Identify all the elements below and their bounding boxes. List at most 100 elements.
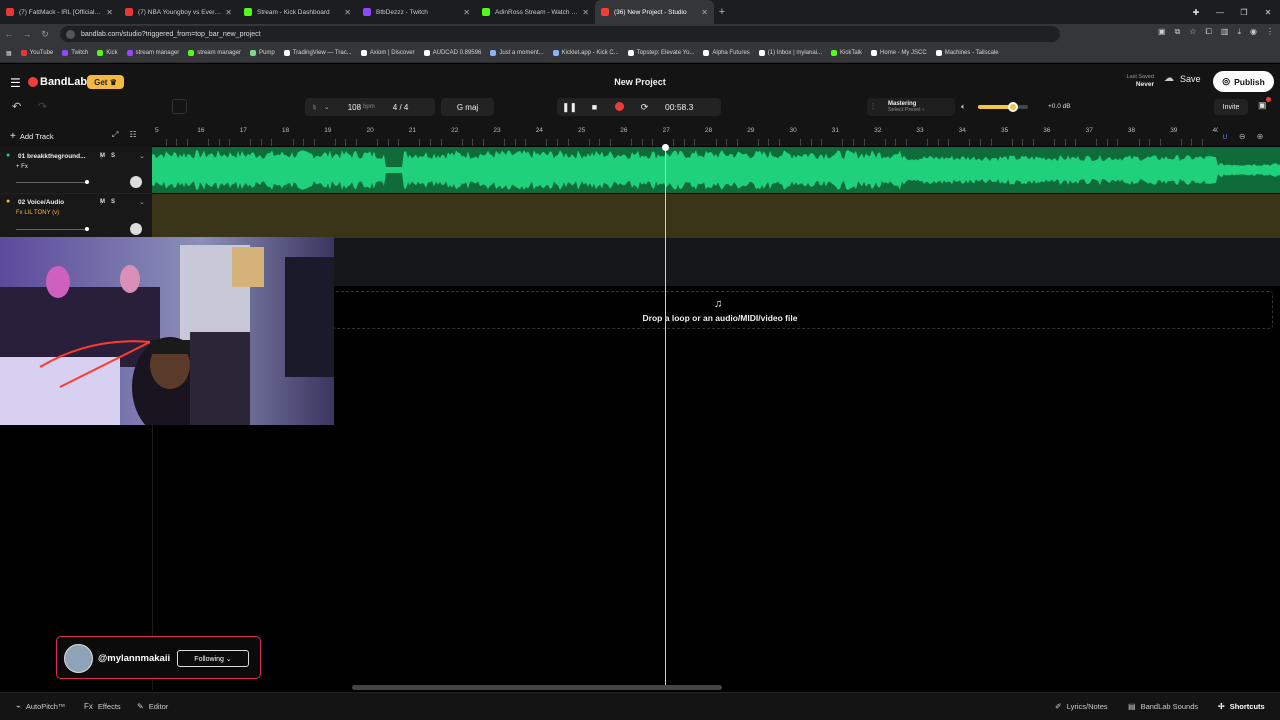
publish-button[interactable]: ◎ Publish (1213, 71, 1274, 92)
bookmark-item[interactable]: (1) Inbox | mylanai... (758, 50, 822, 56)
project-title[interactable]: New Project (560, 77, 720, 87)
tab-close-icon[interactable]: ✕ (344, 8, 351, 17)
playhead[interactable] (662, 144, 669, 690)
magnet-icon[interactable]: ∪ (1222, 132, 1228, 141)
new-tab-button[interactable]: + (714, 0, 730, 24)
save-button[interactable]: ☁ Save (1164, 73, 1201, 84)
tab-close-icon[interactable]: ✕ (106, 8, 113, 17)
playhead-handle[interactable] (662, 144, 669, 151)
bandlab-sounds-button[interactable]: ▤ BandLab Sounds (1128, 702, 1198, 711)
chevron-down-icon[interactable]: ⌄ (139, 198, 145, 206)
profile-icon[interactable]: ◉ (1250, 27, 1257, 37)
screenshot-icon[interactable]: ▣ (1158, 27, 1166, 37)
chevron-down-icon[interactable]: ⌄ (324, 103, 330, 111)
speaker-icon[interactable]: 🔈︎ (961, 102, 966, 112)
autopitch-button[interactable]: ⌁ AutoPitch™ (16, 702, 65, 711)
track-header[interactable]: ● 01 breakktheground... ⋮ MS ⌄ + Fx (0, 147, 152, 194)
bookmark-item[interactable]: KickTalk (831, 50, 862, 56)
pause-button[interactable]: ❚❚ (557, 102, 582, 113)
download-icon[interactable]: ⤓ (1237, 27, 1241, 37)
timeline-ruler[interactable]: 5 16 17 18 19 20 21 22 23 24 25 26 27 28 29 30 31 32 33 34 3… (152, 126, 1246, 146)
back-icon[interactable]: ← (0, 29, 18, 39)
bookmark-star-icon[interactable]: ☆ (1189, 27, 1196, 37)
tab-close-icon[interactable]: ✕ (582, 8, 589, 17)
voice-track-lane[interactable] (152, 194, 1280, 238)
bookmark-item[interactable]: Kick (97, 50, 118, 56)
browser-tab[interactable]: (7) NBA Youngboy vs Everybod ✕ (119, 0, 238, 24)
bpm-value[interactable]: 108 (348, 103, 361, 112)
track-volume-slider[interactable] (16, 227, 89, 231)
time-signature[interactable]: 4 / 4 (393, 103, 409, 112)
automation-icon[interactable]: ⤢ (112, 130, 118, 140)
bookmark-item[interactable]: Home - My JSCC (871, 50, 927, 56)
track-header[interactable]: ● 02 Voice/Audio ⋮ MS ⌄ Fx LIL TONY (v) (0, 194, 152, 238)
stop-button[interactable]: ■ (582, 102, 607, 112)
tab-close-icon[interactable]: ✕ (225, 8, 232, 17)
url-field[interactable]: bandlab.com/studio?triggered_from=top_ba… (60, 26, 1060, 42)
bookmark-item[interactable]: YouTube (20, 50, 53, 56)
volume-knob[interactable] (1008, 102, 1018, 112)
record-button[interactable] (607, 101, 632, 113)
bookmark-item[interactable]: Alpha Futures (703, 50, 750, 56)
tab-close-icon[interactable]: ✕ (463, 8, 470, 17)
bookmark-item[interactable]: TradingView — Trac... (283, 50, 352, 56)
bookmark-item[interactable]: Axiom | Discover (360, 50, 415, 56)
reload-icon[interactable]: ↻ (36, 29, 54, 40)
bookmark-item[interactable]: AUDCAD 0.89596 (423, 50, 481, 56)
browser-tab[interactable]: (36) New Project - Studio ✕ (595, 0, 714, 24)
hamburger-menu-icon[interactable]: ☰ (10, 76, 21, 90)
bookmark-item[interactable]: stream manager (126, 50, 179, 56)
track-name[interactable]: 01 breakktheground... (18, 153, 94, 160)
cast-icon[interactable]: ⧉ (1175, 27, 1181, 37)
pan-knob[interactable] (130, 223, 142, 235)
bookmark-item[interactable]: Kicklet.app - Kick C... (552, 50, 619, 56)
undo-icon[interactable]: ↶ (12, 100, 21, 113)
loop-button[interactable]: ⟳ (632, 102, 657, 113)
fx-button[interactable]: + Fx (16, 164, 28, 170)
browser-tab[interactable]: AdinRoss Stream - Watch Live ✕ (476, 0, 595, 24)
menu-icon[interactable]: ⋮ (1266, 27, 1274, 37)
tab-close-icon[interactable]: ✕ (701, 8, 708, 17)
bookmark-item[interactable]: Machines - Tailscale (935, 50, 999, 56)
sidepanel-icon[interactable]: ▥ (1221, 27, 1229, 37)
mute-button[interactable]: M (100, 199, 105, 205)
bookmark-item[interactable]: Just a moment... (490, 50, 544, 56)
extension-icon[interactable]: ⧠ (1206, 27, 1212, 37)
fx-preset-button[interactable]: Fx LIL TONY (v) (16, 210, 59, 216)
track-name[interactable]: 02 Voice/Audio (18, 199, 94, 206)
drop-zone[interactable] (333, 291, 1273, 329)
bandlab-logo[interactable]: BandLab (28, 76, 87, 88)
volume-knob[interactable] (84, 227, 89, 231)
browser-tab[interactable]: BtbDezzz - Twitch ✕ (357, 0, 476, 24)
bookmark-item[interactable]: Topstep: Elevate Yo... (627, 50, 694, 56)
mixer-toggle-button[interactable] (172, 99, 187, 114)
zoom-in-icon[interactable]: ⊕ (1257, 132, 1264, 141)
editor-button[interactable]: ✎ Editor (137, 702, 168, 711)
browser-tab[interactable]: (7) FattMack - IRL [Official Mus ✕ (0, 0, 119, 24)
audio-region[interactable] (152, 147, 1280, 193)
solo-button[interactable]: S (111, 199, 115, 205)
close-window-button[interactable]: ✕ (1256, 8, 1280, 17)
track-volume-slider[interactable] (16, 180, 89, 184)
chevron-down-icon[interactable]: ⌄ (139, 152, 145, 160)
extensions-icon[interactable]: ✚ (1184, 8, 1208, 17)
shortcuts-button[interactable]: ✢ Shortcuts (1218, 702, 1265, 711)
tempo-control[interactable]: ♮ ⌄ 108 bpm 4 / 4 (305, 98, 435, 116)
apps-icon[interactable]: ▦ (6, 50, 12, 57)
horizontal-scrollbar[interactable] (352, 685, 722, 690)
get-button[interactable]: Get ♛ (87, 75, 124, 89)
mute-button[interactable]: M (100, 153, 105, 159)
invite-button[interactable]: Invite (1214, 99, 1248, 115)
site-info-icon[interactable] (66, 29, 75, 39)
minimize-button[interactable]: — (1208, 8, 1232, 17)
filter-icon[interactable]: ☷ (129, 130, 136, 140)
metronome-icon[interactable]: ♮ (313, 103, 316, 112)
bookmark-item[interactable]: Pump (249, 50, 275, 56)
maximize-button[interactable]: ❐ (1232, 8, 1256, 17)
notifications-icon[interactable]: ▣ (1258, 97, 1271, 111)
master-volume-slider[interactable] (978, 102, 1028, 112)
zoom-out-icon[interactable]: ⊖ (1239, 132, 1246, 141)
add-track-button[interactable]: + Add Track (10, 131, 54, 142)
key-selector[interactable]: G maj (441, 98, 494, 116)
volume-knob[interactable] (84, 180, 89, 184)
